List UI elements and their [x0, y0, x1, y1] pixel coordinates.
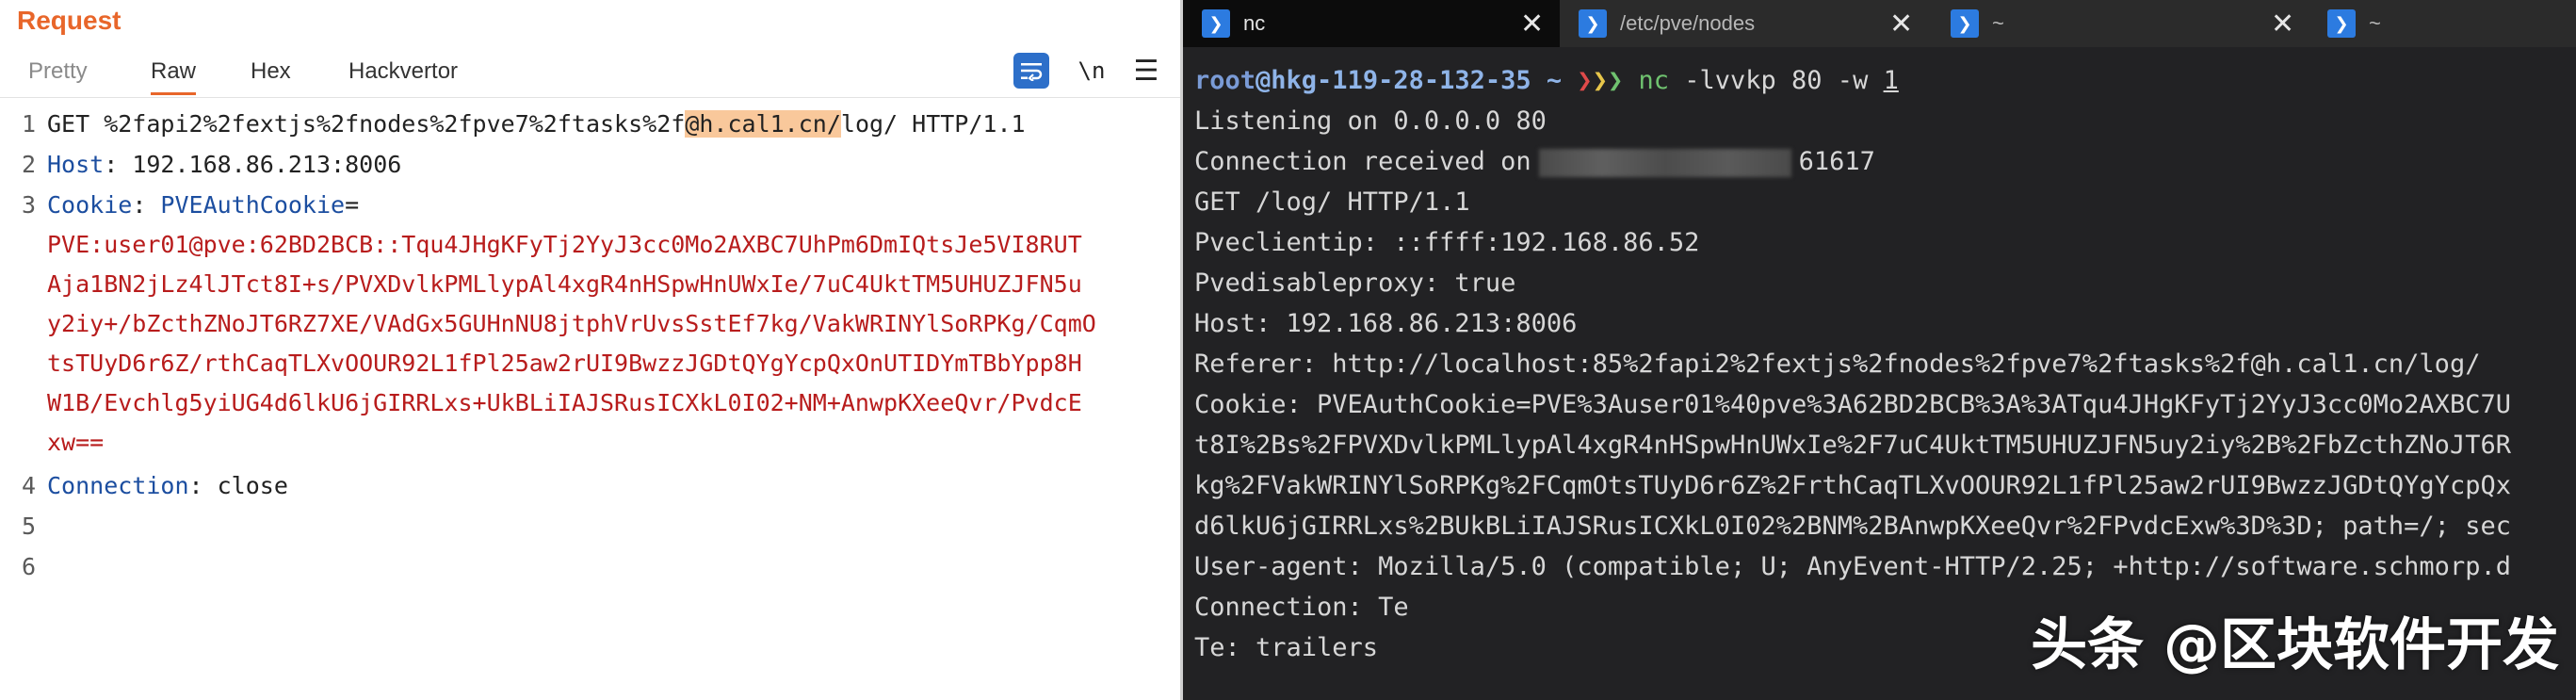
output-line: kg%2FVakWRINYlSoRPKg%2FCqmOtsTUyD6r6Z%2F…: [1194, 471, 2511, 500]
tab-title: /etc/pve/nodes: [1620, 11, 1756, 35]
output-line: User-agent: Mozilla/5.0 (compatible; U; …: [1194, 552, 2511, 581]
connection-header: Connection: close: [47, 472, 288, 499]
close-tab-icon[interactable]: ✕: [1520, 0, 1544, 47]
redacted-ip: [1538, 148, 1791, 177]
line-number: 4: [21, 472, 36, 499]
terminal-tab-nc[interactable]: ❯ nc: [1183, 0, 1560, 47]
watermark: 头条 @区块软件开发: [2031, 612, 2559, 678]
line-number: 6: [21, 553, 36, 580]
cookie-value-line: PVE:user01@pve:62BD2BCB::Tqu4JHgKFyTj2Yy…: [47, 231, 1082, 258]
output-line: GET /log/ HTTP/1.1: [1194, 187, 1470, 217]
tab-title: nc: [1243, 11, 1266, 35]
cookie-header: Cookie: PVEAuthCookie=: [47, 191, 360, 219]
line-number: 1: [21, 110, 36, 138]
line-number: 2: [21, 151, 36, 178]
editor-line: 1 GET %2fapi2%2fextjs%2fnodes%2fpve7%2ft…: [0, 104, 1026, 144]
editor-line: 4 Connection: close: [0, 465, 288, 506]
prompt-line: root@hkg-119-28-132-35 ~ ❯❯❯ nc -lvvkp 8…: [1194, 66, 1899, 95]
terminal-tab-home-2[interactable]: ❯ ~: [2309, 0, 2576, 47]
line-number: 5: [21, 513, 36, 540]
terminal-tab-home[interactable]: ❯ ~: [1932, 0, 2309, 47]
tab-title: ~: [1992, 11, 2004, 35]
powershell-icon: ❯: [1579, 9, 1607, 38]
tab-title: ~: [2369, 11, 2381, 35]
highlighted-host: @h.cal1.cn/: [685, 110, 841, 138]
terminal-tab-nodes[interactable]: ❯ /etc/pve/nodes: [1560, 0, 1932, 47]
output-line: Listening on 0.0.0.0 80: [1194, 106, 1547, 136]
wrap-icon: [1021, 63, 1043, 81]
request-tabs: Pretty Raw Hex Hackvertor: [0, 55, 1180, 98]
output-line: Referer: http://localhost:85%2fapi2%2fex…: [1194, 350, 2481, 379]
output-line: d6lkU6jGIRRLxs%2BUkBLiIAJSRusICXkL0I02%2…: [1194, 512, 2511, 541]
show-newlines-button[interactable]: \n: [1074, 53, 1110, 89]
cookie-value-line: W1B/Evchlg5yiUG4d6lkU6jGIRRLxs+UkBLiIAJS…: [47, 389, 1082, 416]
editor-line: 3 Cookie: PVEAuthCookie=: [0, 185, 359, 225]
request-panel: Request Pretty Raw Hex Hackvertor \n ☰ 1…: [0, 0, 1183, 700]
tab-hex[interactable]: Hex: [251, 58, 291, 92]
tab-raw[interactable]: Raw: [151, 58, 197, 95]
connection-received-line: Connection received on 61617: [1194, 147, 1875, 177]
request-line: GET %2fapi2%2fextjs%2fnodes%2fpve7%2ftas…: [47, 110, 1026, 138]
output-line: Connection: Te: [1194, 593, 1409, 622]
request-editor[interactable]: 1 GET %2fapi2%2fextjs%2fnodes%2fpve7%2ft…: [0, 102, 1180, 700]
close-tab-icon[interactable]: ✕: [2271, 0, 2294, 47]
tab-divider: [0, 97, 1180, 98]
menu-icon[interactable]: ☰: [1128, 53, 1164, 89]
host-header: Host: 192.168.86.213:8006: [47, 151, 402, 178]
cookie-value-line: xw==: [47, 429, 105, 456]
output-line: Pvedisableproxy: true: [1194, 269, 1516, 298]
editor-line: 2 Host: 192.168.86.213:8006: [0, 144, 401, 185]
powershell-icon: ❯: [1202, 9, 1230, 38]
terminal-tabbar: ❯ nc ✕ ❯ /etc/pve/nodes ✕ ❯ ~ ✕ ❯ ~: [1183, 0, 2576, 47]
editor-line: 5: [0, 506, 47, 546]
cookie-value-line: y2iy+/bZcthZNoJT6RZ7XE/VAdGx5GUHnNU8jtph…: [47, 310, 1096, 337]
output-line: Pveclientip: ::ffff:192.168.86.52: [1194, 228, 1700, 257]
cookie-value-line: Aja1BN2jLz4lJTct8I+s/PVXDvlkPMLlypAl4xgR…: [47, 270, 1082, 298]
powershell-icon: ❯: [2327, 9, 2356, 38]
terminal-window: ❯ nc ✕ ❯ /etc/pve/nodes ✕ ❯ ~ ✕ ❯ ~ root…: [1183, 0, 2576, 700]
close-tab-icon[interactable]: ✕: [1889, 0, 1913, 47]
output-line: Te: trailers: [1194, 633, 1379, 662]
tab-pretty[interactable]: Pretty: [28, 58, 88, 92]
cookie-value-line: tsTUyD6r6Z/rthCaqTLXvOOUR92L1fPl25aw2rUI…: [47, 350, 1082, 377]
app-root: Request Pretty Raw Hex Hackvertor \n ☰ 1…: [0, 0, 2576, 700]
line-number: 3: [21, 191, 36, 219]
tab-hackvertor[interactable]: Hackvertor: [348, 58, 458, 92]
output-line: t8I%2Bs%2FPVXDvlkPMLlypAl4xgR4nHSpwHnUWx…: [1194, 431, 2511, 460]
powershell-icon: ❯: [1951, 9, 1979, 38]
output-line: Cookie: PVEAuthCookie=PVE%3Auser01%40pve…: [1194, 390, 2511, 419]
output-line: Host: 192.168.86.213:8006: [1194, 309, 1578, 338]
request-title: Request: [17, 6, 122, 35]
editor-line: 6: [0, 546, 47, 587]
word-wrap-button[interactable]: [1013, 53, 1049, 89]
